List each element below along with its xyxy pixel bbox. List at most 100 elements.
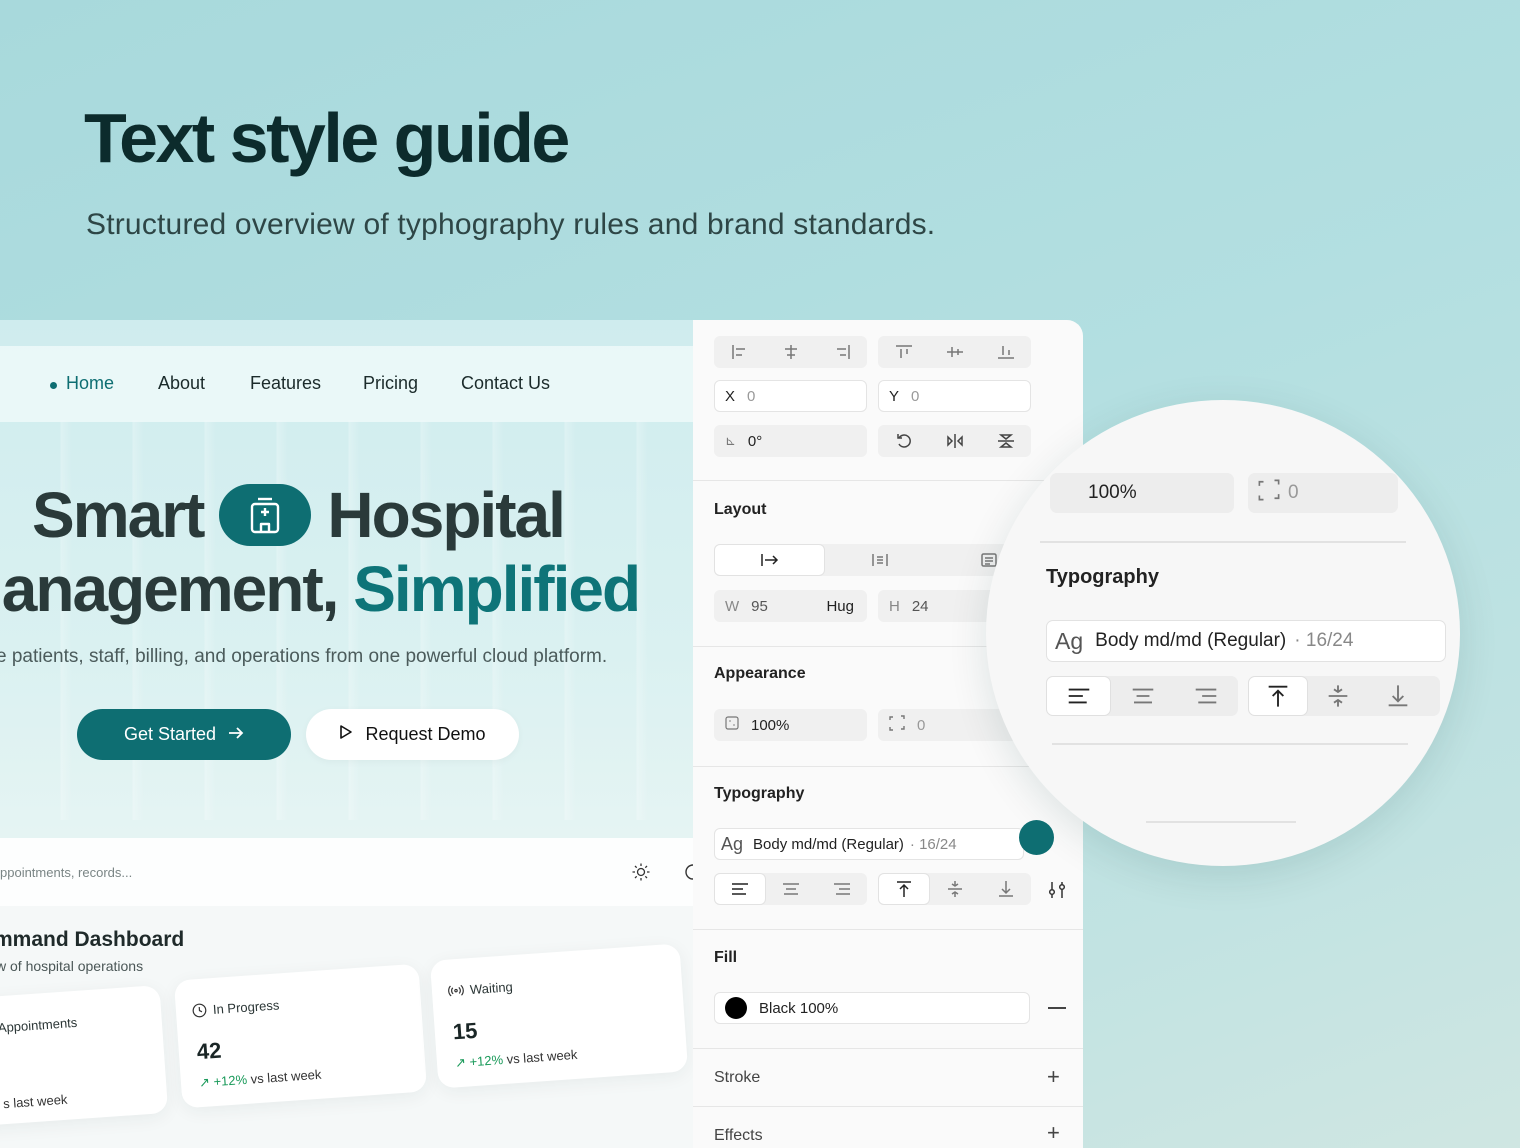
layout-wrap-icon[interactable] [825,544,934,576]
stroke-section-title: Stroke [714,1069,761,1086]
stat-card-label: In Progress [191,997,280,1018]
hero-word-simplified: Simplified [353,553,641,625]
stat-card-waiting[interactable]: Waiting 15 ↗ +12% vs last week [429,943,689,1089]
stat-card-label: Appointments [0,1014,78,1036]
layout-section-title: Layout [714,501,767,518]
stat-card-appointments[interactable]: Appointments s last week [0,985,169,1127]
nav-item-home[interactable]: Home [66,373,114,394]
nav-item-contact[interactable]: Contact Us [461,373,550,394]
align-middle-icon[interactable] [929,336,980,368]
typography-section-title: Typography [714,785,805,802]
add-stroke-icon[interactable]: + [1047,1064,1060,1090]
divider [1052,743,1408,745]
align-top-icon[interactable] [878,336,929,368]
request-demo-label: Request Demo [365,724,486,744]
align-left-icon[interactable] [714,336,765,368]
mag-text-align-group [1046,676,1238,716]
top-nav: Home About Features Pricing Contact Us [0,346,693,422]
flip-horizontal-icon[interactable] [929,425,980,457]
hero-heading-line1: Smart Hospital [32,478,566,552]
text-align-top-icon [1248,676,1308,716]
text-align-bottom-icon[interactable] [981,873,1031,905]
text-align-middle-icon[interactable] [930,873,980,905]
add-effect-icon[interactable]: + [1047,1120,1060,1146]
rotation-field[interactable]: ⊾ 0° [714,425,867,457]
fill-swatch [725,997,747,1019]
broadcast-icon [448,984,464,997]
arrow-right-icon [228,724,244,745]
text-align-left-icon[interactable] [714,873,767,905]
corner-radius-icon [889,715,905,735]
text-align-right-icon [1175,676,1238,716]
align-center-h-icon[interactable] [765,336,816,368]
sun-icon[interactable] [631,862,651,887]
dashboard-search-input[interactable]: ppointments, records... [0,865,132,880]
hero-word-smart: Smart [32,479,205,551]
width-field[interactable]: W 95 Hug [714,590,867,622]
get-started-button[interactable]: Get Started [77,709,291,760]
divider [693,766,1083,767]
text-align-middle-icon [1308,676,1368,716]
x-position-field[interactable]: X0 [714,380,867,412]
hospital-building-icon [219,484,312,546]
mag-opacity-field: 100% [1050,473,1234,513]
y-position-field[interactable]: Y0 [878,380,1031,412]
text-align-center-icon [1111,676,1174,716]
request-demo-button[interactable]: Request Demo [306,709,519,760]
nav-item-about[interactable]: About [158,373,205,394]
remove-fill-icon[interactable] [1048,1007,1066,1009]
rotate-icon[interactable] [878,425,929,457]
text-align-right-icon[interactable] [817,873,867,905]
opacity-field[interactable]: 100% [714,709,867,741]
layout-horizontal-icon[interactable] [714,544,826,576]
accent-dot [1019,820,1054,855]
width-mode-select: Hug [826,597,854,615]
page-title: Text style guide [84,99,570,177]
divider [693,480,1083,481]
hero-word-management: lanagement, [0,553,339,625]
text-align-top-icon[interactable] [878,873,931,905]
play-icon [339,724,353,745]
text-align-group [714,873,867,905]
hero-word-hospital: Hospital [327,479,565,551]
hero-heading-line2: lanagement, Simplified [0,552,641,626]
mag-radius-field: 0 [1248,473,1398,513]
divider [1146,821,1296,823]
divider [1040,541,1406,543]
dashboard-title: mmand Dashboard [0,928,185,951]
nav-item-pricing[interactable]: Pricing [363,373,418,394]
stat-card-trend: ↗ +12% vs last week [454,1046,578,1071]
text-settings-icon[interactable] [1047,880,1067,905]
align-bottom-icon[interactable] [980,336,1031,368]
fill-color-field[interactable]: Black 100% [714,992,1030,1024]
stat-card-trend: s last week [2,1091,68,1112]
zoom-magnifier: 100% 0 Typography Ag Body md/md (Regular… [986,400,1460,866]
stat-card-in-progress[interactable]: In Progress 42 ↗ +12% vs last week [173,963,428,1109]
flip-vertical-icon[interactable] [980,425,1031,457]
stat-card-value: 42 [195,1037,223,1065]
angle-icon: ⊾ [725,433,736,448]
text-align-bottom-icon [1368,676,1428,716]
text-style-select[interactable]: Ag Body md/md (Regular) · 16/24 [714,828,1024,860]
text-vertical-align-group [878,873,1031,905]
vertical-align-group [878,336,1031,368]
mag-typography-title: Typography [1046,566,1159,588]
mag-text-vertical-align-group [1248,676,1440,716]
text-align-left-icon [1046,676,1112,716]
align-right-icon[interactable] [816,336,867,368]
trend-up-icon: ↗ [454,1054,467,1071]
stat-card-value: 15 [451,1017,479,1045]
get-started-label: Get Started [123,724,217,744]
opacity-icon [725,716,739,734]
text-align-center-icon[interactable] [766,873,816,905]
nav-item-features[interactable]: Features [250,373,321,394]
text-style-prefix: Ag [721,833,744,854]
nav-active-dot [50,382,57,389]
horizontal-align-group [714,336,867,368]
divider [693,1048,1083,1049]
mag-text-style-select: Ag Body md/md (Regular) · 16/24 [1046,620,1446,662]
stat-card-label: Waiting [447,979,513,998]
hero-description: e patients, staff, billing, and operatio… [0,646,608,667]
trend-up-icon: ↗ [198,1074,211,1091]
fill-section-title: Fill [714,949,738,966]
